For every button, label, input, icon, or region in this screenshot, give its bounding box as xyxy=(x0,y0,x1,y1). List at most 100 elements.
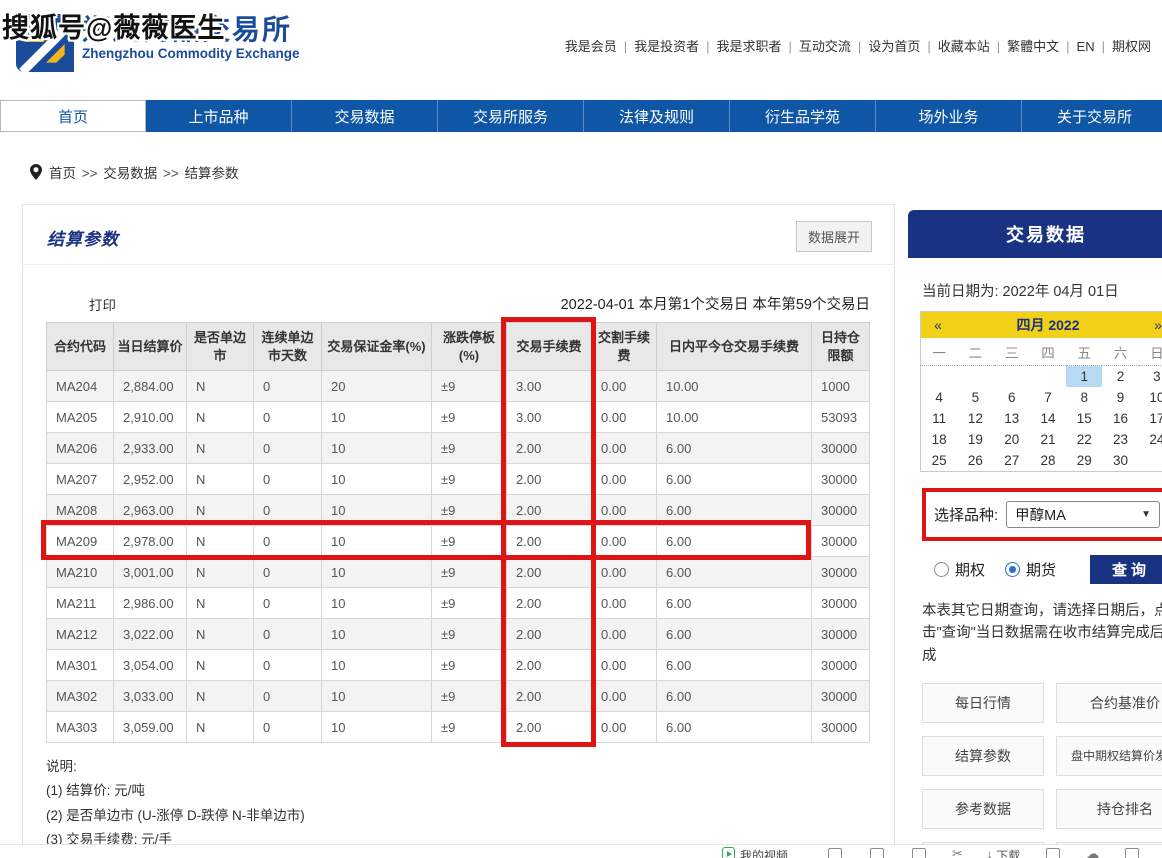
calendar-day[interactable]: 10 xyxy=(1139,387,1162,408)
calendar-day[interactable]: 25 xyxy=(921,450,957,471)
radio-期货[interactable]: 期货 xyxy=(1005,559,1056,580)
nav-tab[interactable]: 首页 xyxy=(0,100,146,132)
radio-dot-icon xyxy=(1005,562,1020,577)
table-row: MA3033,059.00N010±92.000.006.0030000 xyxy=(47,712,870,743)
header-link[interactable]: 我是求职者 xyxy=(710,39,789,54)
sidebar-button[interactable]: 盘中期权结算价发布 xyxy=(1056,736,1162,776)
table-cell: 2,910.00 xyxy=(114,402,187,433)
table-cell: MA204 xyxy=(47,371,114,402)
table-header-cell: 交割手续费 xyxy=(592,323,657,371)
chat-icon[interactable] xyxy=(912,848,926,858)
watermark-text: 搜狐号@薇薇医生 xyxy=(2,6,225,45)
calendar-day[interactable]: 9 xyxy=(1102,387,1138,408)
calendar-day[interactable]: 19 xyxy=(957,429,993,450)
calendar-day[interactable]: 14 xyxy=(1030,408,1066,429)
header-link[interactable]: 繁體中文 xyxy=(1000,39,1066,54)
calendar-prev-icon[interactable]: « xyxy=(921,317,955,333)
calendar-day[interactable]: 4 xyxy=(921,387,957,408)
note-line: (1) 结算价: 元/吨 xyxy=(46,779,894,803)
table-cell: N xyxy=(187,650,254,681)
table-cell: 30000 xyxy=(812,588,870,619)
image-icon[interactable] xyxy=(870,848,884,858)
calendar-day[interactable]: 8 xyxy=(1066,387,1102,408)
calendar-day[interactable]: 24 xyxy=(1139,429,1162,450)
table-cell: 10 xyxy=(322,681,432,712)
download-button[interactable]: ↓ 下载 xyxy=(987,847,1020,858)
radio-label: 期货 xyxy=(1026,559,1056,580)
breadcrumb-item[interactable]: 交易数据 xyxy=(103,166,157,181)
window-icon[interactable] xyxy=(1125,848,1139,858)
calendar-day[interactable]: 21 xyxy=(1030,429,1066,450)
calendar-day[interactable]: 26 xyxy=(957,450,993,471)
calendar-day[interactable]: 3 xyxy=(1139,366,1162,387)
sidebar-button[interactable]: 合约基准价 xyxy=(1056,683,1162,723)
nav-tab[interactable]: 衍生品学苑 xyxy=(730,100,876,132)
nav-tab[interactable]: 关于交易所 xyxy=(1022,100,1162,132)
table-cell: 30000 xyxy=(812,712,870,743)
printer-icon[interactable] xyxy=(1046,848,1060,858)
breadcrumb-item[interactable]: 结算参数 xyxy=(185,166,239,181)
calendar-day[interactable]: 18 xyxy=(921,429,957,450)
sidebar-button[interactable]: 持仓排名 xyxy=(1056,789,1162,829)
calendar-week-row: 123 xyxy=(921,366,1162,387)
header-link[interactable]: 互动交流 xyxy=(792,39,858,54)
calendar-day[interactable]: 23 xyxy=(1102,429,1138,450)
calendar-day[interactable]: 6 xyxy=(994,387,1030,408)
table-cell: 6.00 xyxy=(657,557,812,588)
nav-tab[interactable]: 上市品种 xyxy=(146,100,292,132)
calendar-day[interactable]: 16 xyxy=(1102,408,1138,429)
nav-tab[interactable]: 法律及规则 xyxy=(584,100,730,132)
header-links: 我是会员|我是投资者|我是求职者|互动交流|设为首页|收藏本站|繁體中文|EN|… xyxy=(558,36,1158,55)
calendar-day[interactable]: 13 xyxy=(994,408,1030,429)
radio-期权[interactable]: 期权 xyxy=(934,559,985,580)
table-row: MA2112,986.00N010±92.000.006.0030000 xyxy=(47,588,870,619)
calendar-day[interactable]: 30 xyxy=(1102,450,1138,471)
header-link[interactable]: 收藏本站 xyxy=(931,39,997,54)
table-cell: 20 xyxy=(322,371,432,402)
share-icon[interactable]: ✂ xyxy=(952,847,963,858)
calendar-day[interactable]: 5 xyxy=(957,387,993,408)
nav-tab[interactable]: 场外业务 xyxy=(876,100,1022,132)
calendar-day[interactable]: 29 xyxy=(1066,450,1102,471)
query-button[interactable]: 查询 xyxy=(1090,555,1162,584)
table-cell: 0 xyxy=(254,402,322,433)
my-video-label[interactable]: 我的视频 xyxy=(740,847,788,858)
calendar-day[interactable]: 27 xyxy=(994,450,1030,471)
data-expand-button[interactable]: 数据展开 xyxy=(796,221,872,252)
header-link[interactable]: 期权网 xyxy=(1105,39,1158,54)
table-cell: 30000 xyxy=(812,464,870,495)
calendar-day[interactable]: 15 xyxy=(1066,408,1102,429)
calendar-day[interactable]: 20 xyxy=(994,429,1030,450)
calendar-weekday: 五 xyxy=(1066,338,1102,366)
screen-icon[interactable] xyxy=(828,848,842,858)
calendar-day[interactable]: 28 xyxy=(1030,450,1066,471)
header-link[interactable]: 我是会员 xyxy=(558,39,624,54)
calendar-day[interactable]: 7 xyxy=(1030,387,1066,408)
product-select-label: 选择品种: xyxy=(934,504,998,525)
nav-tab[interactable]: 交易数据 xyxy=(292,100,438,132)
table-cell: 6.00 xyxy=(657,526,812,557)
breadcrumb-item[interactable]: 首页 xyxy=(49,166,76,181)
calendar-day[interactable]: 22 xyxy=(1066,429,1102,450)
calendar-day[interactable]: 2 xyxy=(1102,366,1138,387)
play-icon[interactable] xyxy=(722,847,735,858)
cloud-icon[interactable]: ☁ xyxy=(1086,847,1099,858)
print-link[interactable]: 打印 xyxy=(89,294,116,314)
table-cell: 1000 xyxy=(812,371,870,402)
calendar-day[interactable]: 12 xyxy=(957,408,993,429)
calendar-day[interactable]: 17 xyxy=(1139,408,1162,429)
sidebar-button[interactable]: 参考数据 xyxy=(922,789,1044,829)
header-link[interactable]: 我是投资者 xyxy=(627,39,706,54)
table-cell: 10 xyxy=(322,650,432,681)
header-link[interactable]: EN xyxy=(1070,39,1102,54)
header-link[interactable]: 设为首页 xyxy=(861,39,927,54)
calendar-day[interactable]: 11 xyxy=(921,408,957,429)
table-cell: 2,963.00 xyxy=(114,495,187,526)
calendar-day-selected[interactable]: 1 xyxy=(1066,366,1102,387)
product-dropdown[interactable]: 甲醇MA ▼ xyxy=(1006,501,1160,528)
sidebar-button[interactable]: 结算参数 xyxy=(922,736,1044,776)
calendar-next-icon[interactable]: » xyxy=(1141,317,1162,333)
table-cell: 0 xyxy=(254,495,322,526)
sidebar-button[interactable]: 每日行情 xyxy=(922,683,1044,723)
nav-tab[interactable]: 交易所服务 xyxy=(438,100,584,132)
